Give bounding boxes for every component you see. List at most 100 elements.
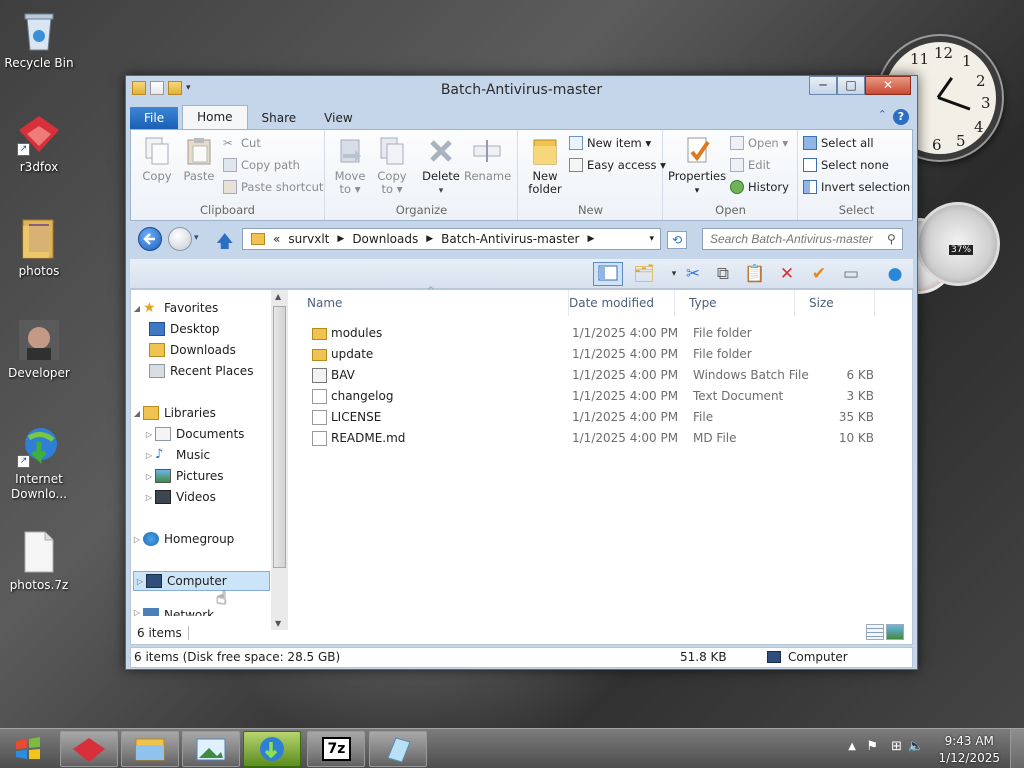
taskbar-internet-download-manager[interactable] (243, 731, 301, 767)
minimize-button[interactable]: ─ (809, 76, 837, 95)
select-all-button[interactable]: Select all (803, 134, 874, 152)
large-icons-view-icon[interactable] (886, 624, 904, 640)
tab-file[interactable]: File (130, 107, 179, 129)
nav-libraries[interactable]: ◢ Libraries (131, 403, 216, 423)
breadcrumb-survxlt[interactable]: survxlt (288, 229, 329, 249)
nav-downloads[interactable]: Downloads (149, 340, 236, 360)
delete-button[interactable]: Delete ▾ (420, 136, 462, 198)
copy-path-button[interactable]: Copy path (223, 156, 300, 174)
up-arrow-icon[interactable]: 🡅 (216, 229, 233, 258)
cpu-meter-gadget[interactable]: 37% (916, 202, 1000, 286)
collapsed-triangle-icon[interactable]: ▷ (143, 430, 155, 439)
taskbar-clock[interactable]: 9:43 AM 1/12/2025 (938, 733, 1000, 767)
taskbar-notepad[interactable] (369, 731, 427, 767)
cut-button[interactable]: ✂ Cut (223, 134, 261, 152)
taskbar-photo-viewer[interactable] (182, 731, 240, 767)
forward-arrow-icon[interactable] (168, 227, 192, 251)
scrollbar-thumb[interactable] (273, 306, 286, 568)
nav-homegroup[interactable]: ▷ Homegroup (131, 529, 234, 549)
details-view-icon[interactable] (866, 624, 884, 640)
search-input[interactable] (702, 228, 903, 250)
rename-button[interactable]: Rename (464, 136, 511, 183)
copy-button[interactable]: Copy (137, 136, 177, 183)
taskbar-file-explorer[interactable] (121, 731, 179, 767)
column-header-size[interactable]: Size (795, 290, 875, 316)
nav-documents[interactable]: ▷ Documents (143, 424, 244, 444)
paste-icon[interactable]: 📋 (743, 262, 767, 286)
file-row[interactable]: README.md 1/1/2025 4:00 PM MD File 10 KB (307, 428, 898, 449)
scroll-down-arrow-icon[interactable]: ▼ (275, 619, 281, 628)
open-button[interactable]: Open ▾ (730, 134, 788, 152)
close-button[interactable]: ✕ (865, 76, 911, 95)
network-icon[interactable]: ⊞ (891, 739, 902, 754)
breadcrumb-separator-icon[interactable]: ▶ (587, 229, 594, 249)
chevron-up-icon[interactable]: ⌃ (878, 108, 887, 121)
file-row[interactable]: update 1/1/2025 4:00 PM File folder (307, 344, 898, 365)
breadcrumb-overflow[interactable]: « (273, 229, 280, 249)
collapsed-triangle-icon[interactable]: ▷ (134, 577, 146, 586)
show-desktop-button[interactable] (1010, 729, 1024, 768)
paste-button[interactable]: Paste (179, 136, 219, 183)
column-header-date[interactable]: Date modified (555, 290, 675, 316)
column-header-type[interactable]: Type (675, 290, 795, 316)
collapsed-triangle-icon[interactable]: ▷ (131, 608, 143, 616)
copy-to-button[interactable]: Copy to ▾ (372, 136, 412, 196)
tab-home[interactable]: Home (182, 105, 248, 129)
title-bar[interactable]: ▾ Batch-Antivirus-master ─ □ ✕ (126, 76, 917, 104)
expanded-triangle-icon[interactable]: ◢ (131, 304, 143, 313)
recent-pages-chevron-icon[interactable]: ▾ (194, 233, 199, 243)
nav-network[interactable]: ▷ Network (131, 608, 214, 616)
nav-scrollbar[interactable]: ▲ ▼ (271, 290, 288, 630)
collapsed-triangle-icon[interactable]: ▷ (143, 451, 155, 460)
file-row[interactable]: LICENSE 1/1/2025 4:00 PM File 35 KB (307, 407, 898, 428)
desktop-icon-recycle-bin[interactable]: Recycle Bin (0, 8, 78, 71)
file-row[interactable]: changelog 1/1/2025 4:00 PM Text Document… (307, 386, 898, 407)
new-item-button[interactable]: New item ▾ (569, 134, 651, 152)
collapsed-triangle-icon[interactable]: ▷ (143, 493, 155, 502)
properties-button[interactable]: Properties ▾ (668, 136, 726, 198)
collapsed-triangle-icon[interactable]: ▷ (143, 472, 155, 481)
scroll-up-arrow-icon[interactable]: ▲ (275, 292, 281, 301)
nav-favorites[interactable]: ◢ ★ Favorites (131, 298, 218, 318)
taskbar-7zip[interactable]: 7z (307, 731, 365, 767)
nav-videos[interactable]: ▷ Videos (143, 487, 216, 507)
desktop-icon-internet-download[interactable]: ↗ Internet Downlo... (0, 424, 78, 502)
globe-icon[interactable]: ● (883, 262, 907, 286)
nav-music[interactable]: ▷ ♪ Music (143, 445, 210, 465)
volume-icon[interactable]: 🔈 (908, 739, 924, 754)
desktop-icon-developer[interactable]: Developer (0, 318, 78, 381)
cut-scissors-icon[interactable]: ✂ (681, 262, 705, 286)
nav-computer[interactable]: ▷ Computer (133, 571, 270, 591)
select-none-button[interactable]: Select none (803, 156, 889, 174)
checkmark-icon[interactable]: ✔ (807, 262, 831, 286)
breadcrumb-separator-icon[interactable]: ▶ (337, 229, 344, 249)
collapsed-triangle-icon[interactable]: ▷ (131, 535, 143, 544)
action-center-flag-icon[interactable]: ⚑ (866, 739, 878, 754)
new-folder-button[interactable]: New folder (523, 136, 567, 196)
preview-pane-icon[interactable] (593, 262, 623, 286)
easy-access-button[interactable]: Easy access ▾ (569, 156, 666, 174)
maximize-button[interactable]: □ (837, 76, 865, 95)
help-button[interactable]: ? (893, 109, 909, 125)
search-icon[interactable]: ⚲ (887, 232, 896, 246)
file-row[interactable]: BAV 1/1/2025 4:00 PM Windows Batch File … (307, 365, 898, 386)
nav-recent-places[interactable]: Recent Places (149, 361, 253, 381)
address-bar[interactable]: « survxlt ▶ Downloads ▶ Batch-Antivirus-… (242, 228, 661, 250)
desktop-icon-photos-7z[interactable]: photos.7z (0, 530, 78, 593)
refresh-icon[interactable]: ⟲ (667, 231, 687, 249)
show-hidden-icons-chevron-icon[interactable]: ▲ (848, 741, 856, 752)
paste-shortcut-button[interactable]: Paste shortcut (223, 178, 323, 196)
back-arrow-icon[interactable] (138, 227, 162, 251)
edit-button[interactable]: Edit (730, 156, 770, 174)
invert-selection-button[interactable]: Invert selection (803, 178, 910, 196)
tab-share[interactable]: Share (248, 107, 311, 129)
rename-field-icon[interactable]: ▭ (839, 262, 863, 286)
explorer-window[interactable]: ▾ Batch-Antivirus-master ─ □ ✕ File Home… (125, 75, 918, 670)
breadcrumb-separator-icon[interactable]: ▶ (426, 229, 433, 249)
copy-icon[interactable]: ⧉ (711, 262, 735, 286)
desktop-icon-r3dfox[interactable]: ↗ r3dfox (0, 112, 78, 175)
tab-view[interactable]: View (310, 107, 366, 129)
address-dropdown-icon[interactable]: ▾ (649, 229, 654, 249)
start-button[interactable] (6, 733, 50, 765)
expanded-triangle-icon[interactable]: ◢ (131, 409, 143, 418)
